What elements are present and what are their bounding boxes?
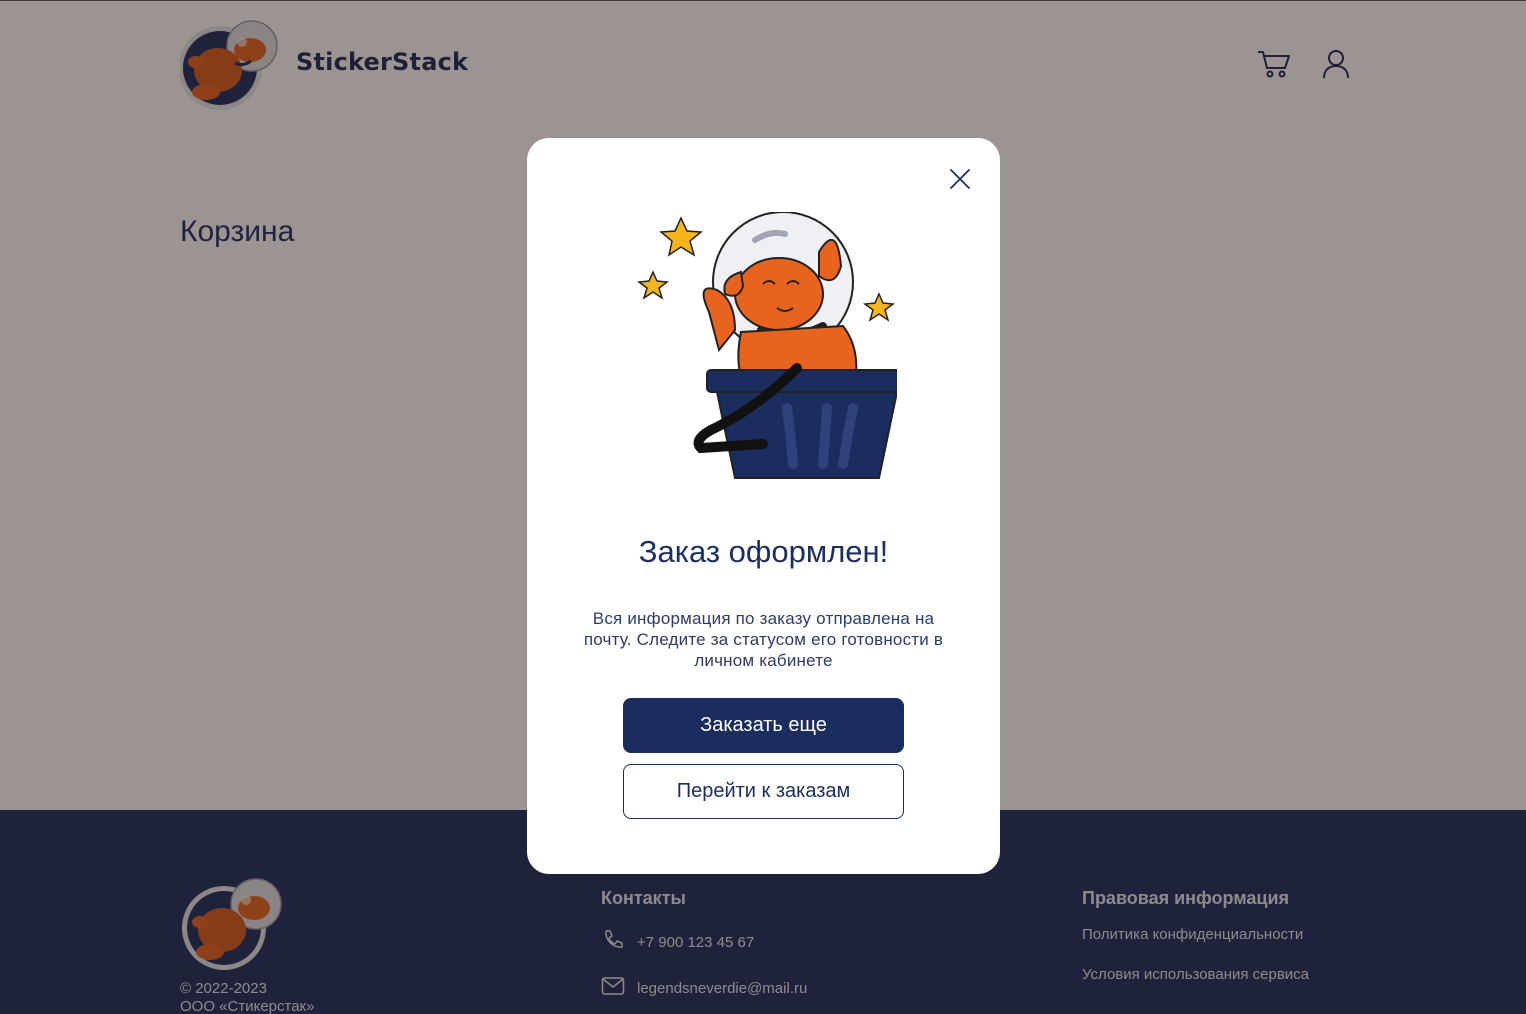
- close-icon[interactable]: [945, 164, 975, 194]
- modal-title: Заказ оформлен!: [638, 534, 889, 569]
- page: StickerStack Корзина © 2022-2023 ООО «Ст…: [0, 0, 1526, 1014]
- order-again-button[interactable]: Заказать еще: [623, 698, 904, 753]
- go-to-orders-button[interactable]: Перейти к заказам: [623, 764, 904, 819]
- astronaut-dog-illustration: [631, 211, 904, 482]
- modal-description: Вся информация по заказу отправлена на п…: [583, 609, 944, 670]
- order-success-modal: Заказ оформлен! Вся информация по заказу…: [527, 138, 1000, 874]
